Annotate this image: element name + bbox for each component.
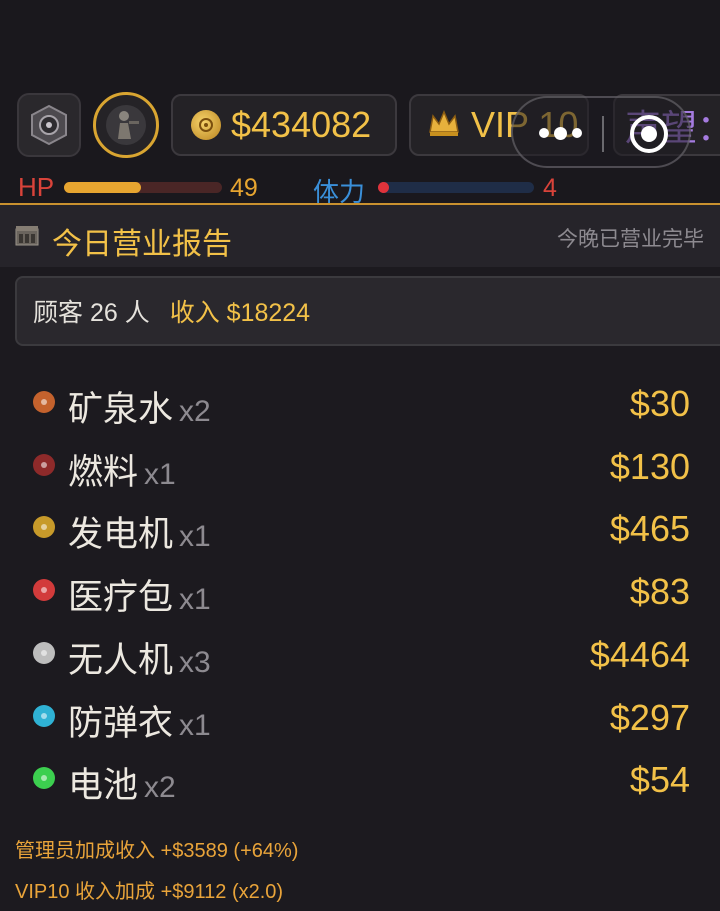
item-name: 矿泉水 — [68, 390, 174, 429]
item-label: 燃料 x1 — [68, 444, 176, 495]
item-label: 无人机 x3 — [68, 632, 211, 683]
item-quantity: x2 — [179, 395, 211, 428]
list-item: 电池 x2 $54 — [0, 753, 720, 805]
item-name: 无人机 — [68, 641, 174, 680]
capsule-divider — [602, 116, 604, 152]
list-item: 医疗包 x1 $83 — [0, 565, 720, 617]
item-name: 发电机 — [68, 515, 174, 554]
item-price: $54 — [629, 759, 690, 800]
rank-badge-icon[interactable] — [17, 93, 81, 157]
item-quantity: x1 — [179, 583, 211, 616]
money-amount: $434082 — [231, 104, 372, 145]
list-item: 矿泉水 x2 $30 — [0, 377, 720, 429]
item-label: 防弹衣 x1 — [68, 695, 211, 746]
report-status: 今晚已营业完毕 — [557, 228, 704, 251]
coin-icon — [191, 110, 221, 140]
item-price: $83 — [629, 571, 690, 612]
item-label: 发电机 x1 — [68, 506, 211, 557]
item-label: 电池 x2 — [68, 757, 176, 808]
item-price: $130 — [609, 446, 690, 487]
close-target-icon[interactable] — [630, 115, 668, 153]
item-name: 电池 — [68, 766, 139, 805]
more-menu-icon[interactable] — [539, 127, 582, 140]
list-item: 防弹衣 x1 $297 — [0, 691, 720, 743]
water-icon — [33, 391, 55, 413]
list-item: 发电机 x1 $465 — [0, 502, 720, 554]
hp-label: HP — [18, 172, 55, 202]
list-item: 无人机 x3 $4464 — [0, 628, 720, 680]
income-total: 收入 $18224 — [169, 299, 311, 327]
medkit-icon — [33, 579, 55, 601]
soldier-icon — [106, 105, 146, 145]
item-label: 矿泉水 x2 — [68, 381, 211, 432]
stamina-value: 4 — [543, 174, 557, 202]
customer-count: 顾客 26 人 — [33, 299, 150, 327]
miniprogram-capsule — [511, 96, 691, 168]
manager-bonus: 管理员加成收入 +$3589 (+64%) — [15, 840, 299, 862]
vip-bonus: VIP10 收入加成 +$9112 (x2.0) — [15, 881, 284, 903]
drone-icon — [33, 642, 55, 664]
item-price: $4464 — [589, 634, 690, 675]
report-header: 今日营业报告 今晚已营业完毕 — [0, 205, 720, 267]
crown-icon — [427, 108, 461, 143]
shop-icon — [15, 226, 39, 246]
item-price: $297 — [609, 697, 690, 738]
generator-icon — [33, 516, 55, 538]
item-price: $465 — [609, 508, 690, 549]
report-title: 今日营业报告 — [52, 228, 232, 261]
item-quantity: x1 — [179, 520, 211, 553]
money-display: $434082 — [171, 94, 397, 156]
item-name: 医疗包 — [68, 578, 174, 617]
hp-bar — [64, 182, 222, 193]
item-quantity: x2 — [144, 771, 176, 804]
stamina-bar — [378, 182, 534, 193]
report-summary: 顾客 26 人 收入 $18224 — [15, 276, 720, 346]
list-item: 燃料 x1 $130 — [0, 440, 720, 492]
battery-icon — [33, 767, 55, 789]
stamina-bar-fill — [378, 182, 389, 193]
item-name: 防弹衣 — [68, 704, 174, 743]
player-avatar[interactable] — [93, 92, 159, 158]
fuel-icon — [33, 454, 55, 476]
item-price: $30 — [629, 383, 690, 424]
item-quantity: x3 — [179, 646, 211, 679]
hp-value: 49 — [230, 174, 258, 202]
item-label: 医疗包 x1 — [68, 569, 211, 620]
armor-icon — [33, 705, 55, 727]
item-name: 燃料 — [68, 453, 139, 492]
item-quantity: x1 — [144, 458, 176, 491]
item-quantity: x1 — [179, 709, 211, 742]
hp-bar-fill — [64, 182, 142, 193]
